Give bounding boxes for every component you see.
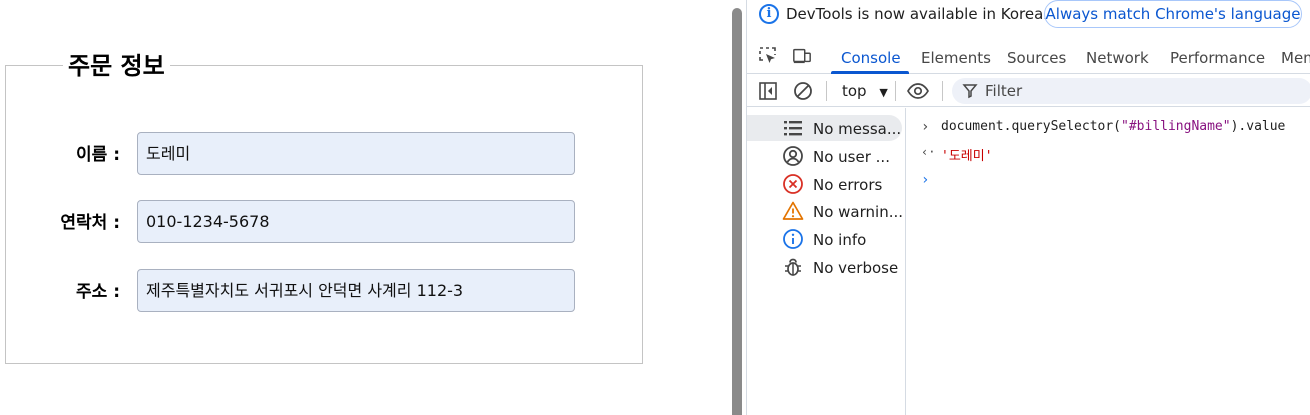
warning-icon — [782, 201, 804, 220]
phone-label: 연락처 : — [60, 213, 120, 233]
live-expression-eye-icon[interactable] — [906, 81, 930, 101]
input-chevron-icon: › — [921, 119, 930, 135]
sidebar-label-errors: No errors — [813, 176, 883, 194]
info-icon — [783, 229, 803, 249]
dropdown-arrow-icon: ▼ — [879, 86, 888, 99]
address-input[interactable]: 제주특별자치도 서귀포시 안덕면 사계리 112-3 — [137, 269, 575, 312]
devtools-panel: i DevTools is now available in Korean! A… — [746, 0, 1310, 415]
filter-placeholder: Filter — [985, 82, 1023, 100]
name-label: 이름 : — [76, 145, 120, 165]
console-sidebar: No messa... No user ... No errors No war… — [747, 108, 906, 415]
console-result-line: ‹· '도레미' — [907, 139, 1310, 165]
active-tab-indicator — [831, 71, 909, 74]
web-page: 주문 정보 이름 : 도레미 연락처 : 010-1234-5678 주소 : … — [0, 0, 730, 415]
sidebar-label-verbose: No verbose — [813, 259, 899, 277]
billing-name-input[interactable]: 도레미 — [137, 132, 575, 175]
console-output: › document.querySelector("#billingName")… — [907, 108, 1310, 415]
sidebar-item-errors[interactable]: No errors — [747, 171, 902, 197]
tab-console[interactable]: Console — [841, 49, 901, 67]
tab-elements[interactable]: Elements — [921, 49, 991, 67]
code-selector-string: "#billingName" — [1121, 119, 1231, 134]
sidebar-item-messages[interactable]: No messa... — [747, 115, 902, 141]
prompt-chevron-icon: › — [921, 172, 930, 188]
devtools-tabbar: Console Elements Sources Network Perform… — [747, 38, 1310, 74]
context-selector[interactable]: top ▼ — [842, 82, 888, 100]
sidebar-label-warnings: No warnin... — [813, 203, 904, 221]
language-infobar: i DevTools is now available in Korean! A… — [747, 0, 1310, 38]
bug-icon — [785, 258, 801, 276]
tab-memory[interactable]: Mem — [1281, 49, 1310, 67]
result-arrow-icon: ‹· — [921, 145, 936, 159]
console-input-line: › document.querySelector("#billingName")… — [907, 113, 1310, 139]
address-label: 주소 : — [76, 282, 120, 302]
clear-console-icon[interactable] — [793, 81, 813, 101]
sidebar-item-verbose[interactable]: No verbose — [747, 254, 902, 280]
sidebar-label-user: No user ... — [813, 148, 890, 166]
sidebar-label-messages: No messa... — [813, 120, 902, 138]
devtools-resize-handle[interactable] — [732, 8, 742, 415]
context-value: top — [842, 82, 867, 100]
code-suffix: ).value — [1230, 119, 1286, 134]
tab-sources[interactable]: Sources — [1007, 49, 1066, 67]
infobar-message: DevTools is now available in Korean! — [786, 5, 1059, 23]
info-icon: i — [759, 4, 779, 24]
tab-network[interactable]: Network — [1086, 49, 1149, 67]
user-icon — [783, 146, 803, 166]
sidebar-toggle-icon[interactable] — [758, 81, 778, 101]
toolbar-separator — [826, 81, 827, 101]
console-toolbar: top ▼ Filter — [747, 75, 1310, 107]
match-language-button[interactable]: Always match Chrome's language — [1044, 0, 1302, 28]
console-prompt[interactable]: › — [907, 166, 1310, 192]
toolbar-separator — [942, 81, 943, 101]
error-icon — [783, 174, 803, 194]
sidebar-label-info: No info — [813, 231, 867, 249]
phone-input[interactable]: 010-1234-5678 — [137, 200, 575, 243]
console-input-text: document.querySelector("#billingName").v… — [941, 119, 1285, 134]
device-toolbar-icon[interactable] — [792, 46, 812, 66]
sidebar-item-warnings[interactable]: No warnin... — [747, 198, 904, 224]
tab-performance[interactable]: Performance — [1170, 49, 1265, 67]
sidebar-item-user-messages[interactable]: No user ... — [747, 143, 902, 169]
sidebar-item-info[interactable]: No info — [747, 226, 902, 252]
console-result-value: '도레미' — [941, 149, 993, 164]
list-icon — [784, 121, 802, 136]
toolbar-separator — [895, 81, 896, 101]
filter-icon — [962, 84, 978, 99]
inspect-element-icon[interactable] — [758, 46, 778, 66]
code-prefix: document.querySelector( — [941, 119, 1122, 134]
order-info-legend: 주문 정보 — [63, 51, 170, 81]
